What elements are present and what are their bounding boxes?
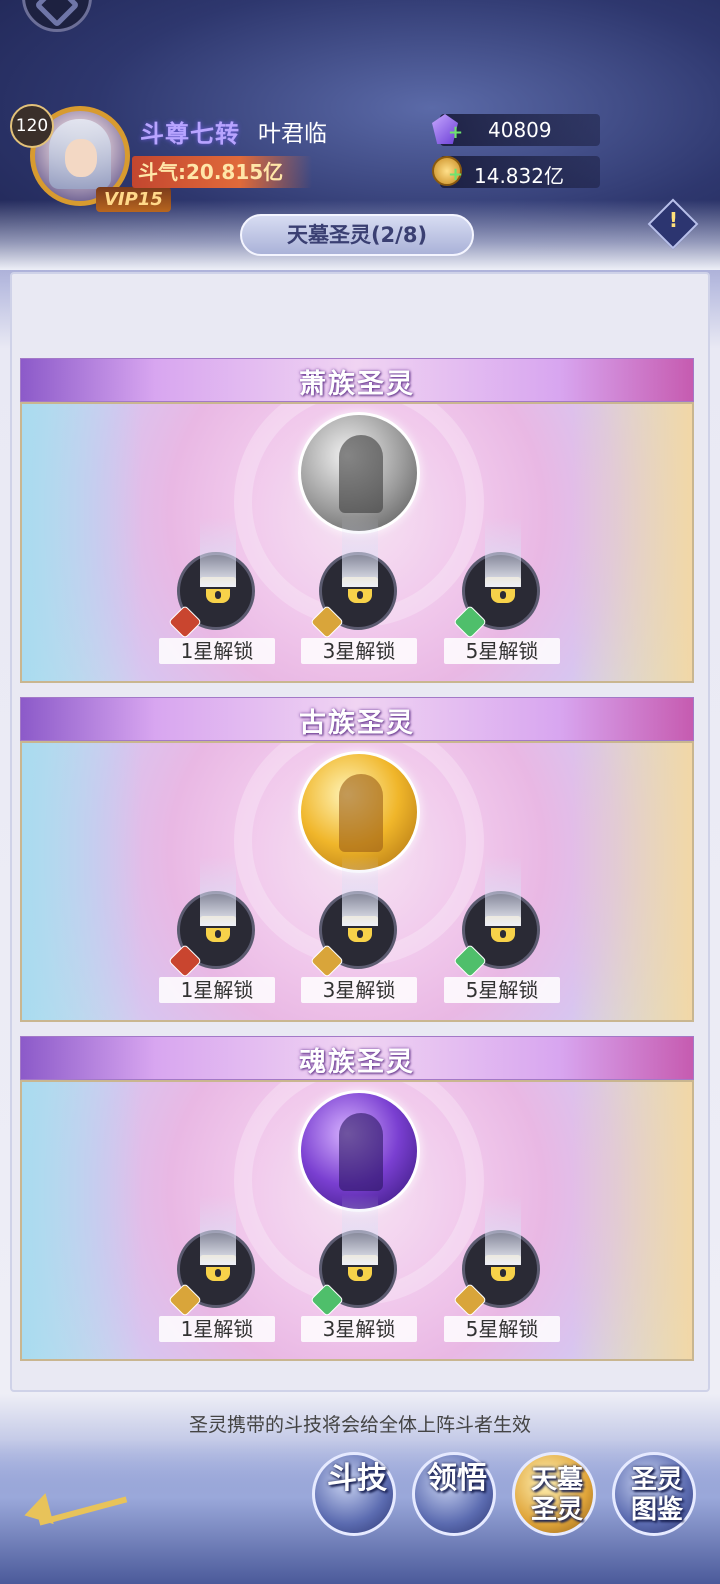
nav-skill-button[interactable]: 斗技 xyxy=(312,1452,396,1536)
skill-slot[interactable]: 1星解锁 xyxy=(159,856,275,1003)
spirit-silhouette xyxy=(339,774,383,852)
nav-label: 圣灵图鉴 xyxy=(630,1465,683,1525)
unlock-label: 1星解锁 xyxy=(159,638,275,664)
spirit-card-xiao: 萧族圣灵 1星解锁 3星解锁 5星解锁 xyxy=(20,358,694,683)
unlock-label: 3星解锁 xyxy=(301,977,417,1003)
lock-icon xyxy=(200,517,236,605)
card-title: 萧族圣灵 xyxy=(299,369,415,400)
level-badge: 120 xyxy=(10,104,54,148)
spirit-orb[interactable] xyxy=(298,1090,420,1212)
page-title: 天墓圣灵(2/8) xyxy=(240,214,474,256)
back-icon xyxy=(34,0,80,28)
card-title: 古族圣灵 xyxy=(299,708,415,739)
card-body: 1星解锁 3星解锁 5星解锁 xyxy=(20,402,694,683)
player-name: 叶君临 xyxy=(258,121,327,147)
lock-icon xyxy=(200,1195,236,1283)
gem-count: 40809 xyxy=(488,118,552,142)
skill-slot[interactable]: 5星解锁 xyxy=(444,856,560,1003)
help-icon: ! xyxy=(668,208,678,233)
spirit-silhouette xyxy=(339,435,383,513)
skill-slot[interactable]: 5星解锁 xyxy=(444,1195,560,1342)
nav-tomb-spirit-button[interactable]: 天墓圣灵 xyxy=(512,1452,596,1536)
lock-icon xyxy=(342,517,378,605)
lock-icon xyxy=(342,1195,378,1283)
unlock-label: 5星解锁 xyxy=(444,1316,560,1342)
rank-title: 斗尊七转 xyxy=(140,120,240,148)
spirit-orb[interactable] xyxy=(298,751,420,873)
nav-label: 领悟 xyxy=(427,1461,487,1496)
lock-icon xyxy=(485,1195,521,1283)
lock-icon xyxy=(342,856,378,944)
power-value: 斗气:20.815亿 xyxy=(132,156,312,188)
gold-count: 14.832亿 xyxy=(474,164,564,188)
unlock-label: 1星解锁 xyxy=(159,1316,275,1342)
spirit-card-gu: 古族圣灵 1星解锁 3星解锁 5星解锁 xyxy=(20,697,694,1022)
spirit-orb[interactable] xyxy=(298,412,420,534)
add-gem-button[interactable]: + xyxy=(448,122,463,143)
nav-spirit-atlas-button[interactable]: 圣灵图鉴 xyxy=(612,1452,696,1536)
card-body: 1星解锁 3星解锁 5星解锁 xyxy=(20,1080,694,1361)
unlock-label: 5星解锁 xyxy=(444,977,560,1003)
nav-label: 天墓圣灵 xyxy=(530,1465,583,1525)
skill-slot[interactable]: 3星解锁 xyxy=(301,1195,417,1342)
lock-icon xyxy=(200,856,236,944)
skill-slot[interactable]: 5星解锁 xyxy=(444,517,560,664)
lock-icon xyxy=(485,517,521,605)
footer-note: 圣灵携带的斗技将会给全体上阵斗者生效 xyxy=(188,1414,531,1436)
skill-slot[interactable]: 3星解锁 xyxy=(301,517,417,664)
skill-slot[interactable]: 1星解锁 xyxy=(159,517,275,664)
unlock-label: 5星解锁 xyxy=(444,638,560,664)
unlock-label: 1星解锁 xyxy=(159,977,275,1003)
vip-badge: VIP15 xyxy=(96,187,171,212)
skill-slot[interactable]: 3星解锁 xyxy=(301,856,417,1003)
skill-slot[interactable]: 1星解锁 xyxy=(159,1195,275,1342)
unlock-label: 3星解锁 xyxy=(301,1316,417,1342)
avatar-face xyxy=(65,139,97,177)
nav-insight-button[interactable]: 领悟 xyxy=(412,1452,496,1536)
arrow-head xyxy=(20,1493,54,1531)
add-gold-button[interactable]: + xyxy=(448,164,463,185)
unlock-label: 3星解锁 xyxy=(301,638,417,664)
lock-icon xyxy=(485,856,521,944)
nav-label: 斗技 xyxy=(327,1461,387,1496)
spirit-card-hun: 魂族圣灵 1星解锁 3星解锁 5星解锁 xyxy=(20,1036,694,1361)
card-body: 1星解锁 3星解锁 5星解锁 xyxy=(20,741,694,1022)
spirit-silhouette xyxy=(339,1113,383,1191)
return-arrow-button[interactable] xyxy=(18,1490,128,1531)
card-title: 魂族圣灵 xyxy=(299,1047,415,1078)
